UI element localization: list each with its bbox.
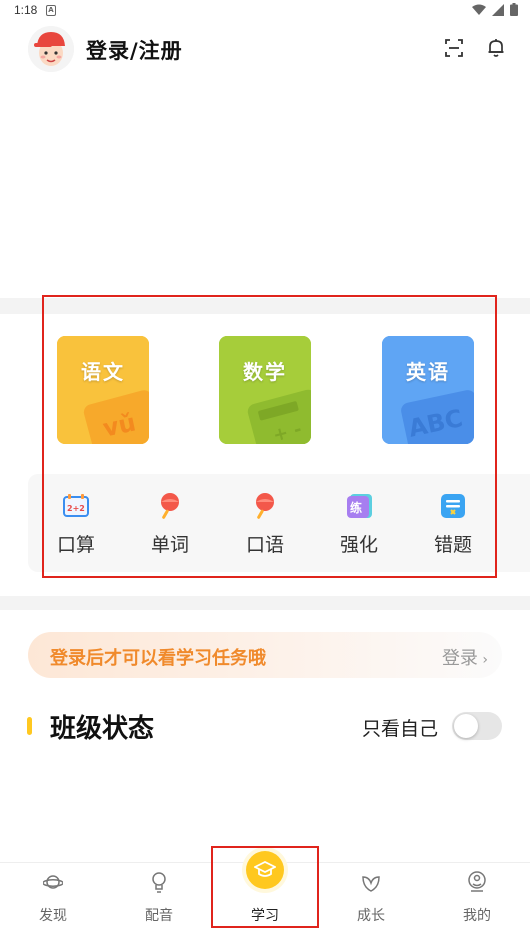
calculator-board-icon: 2+2 — [63, 494, 89, 517]
subject-card-math[interactable]: + - 数学 — [219, 336, 311, 444]
signal-icon — [492, 3, 504, 16]
only-me-toggle[interactable] — [452, 712, 502, 740]
wrong-questions-icon — [441, 494, 465, 518]
tool-label: 单词 — [150, 534, 189, 556]
battery-icon — [510, 3, 518, 16]
login-register-link[interactable]: 登录/注册 — [86, 35, 183, 65]
header: 登录/注册 — [0, 22, 530, 74]
status-bar: 1:18 A — [0, 0, 530, 22]
tab-label: 配音 — [145, 908, 173, 924]
login-notice[interactable]: 登录后才可以看学习任务哦 登录 › — [28, 632, 502, 678]
bell-icon — [488, 39, 504, 57]
tab-dubbing[interactable]: 配音 — [106, 863, 212, 942]
tool-label: 口算 — [56, 534, 95, 556]
wifi-icon — [472, 4, 486, 15]
bulb-icon — [152, 872, 166, 893]
tool-reinforce[interactable]: 练 强化 — [323, 474, 395, 572]
tab-growth[interactable]: 成长 — [318, 863, 424, 942]
svg-text:2+2: 2+2 — [67, 504, 85, 513]
tool-label: 口语 — [245, 534, 284, 556]
subject-label: 英语 — [406, 360, 450, 384]
subject-card-english[interactable]: ABC 英语 — [382, 336, 474, 444]
login-notice-action[interactable]: 登录 › — [442, 644, 488, 670]
svg-text:练: 练 — [350, 500, 362, 515]
bottom-tabbar: 发现 配音 学习 成长 我的 — [0, 851, 530, 942]
planet-icon — [43, 875, 63, 889]
tool-label: 强化 — [339, 534, 378, 556]
section-accent-bar — [27, 717, 32, 735]
graduation-cap-icon — [254, 861, 276, 877]
section-title: 班级状态 — [50, 714, 155, 744]
avatar[interactable] — [28, 26, 74, 72]
tab-discover[interactable]: 发现 — [0, 863, 106, 942]
tab-label: 成长 — [357, 908, 385, 924]
notification-button[interactable] — [484, 36, 508, 60]
subject-label: 语文 — [81, 360, 125, 384]
tab-label: 我的 — [463, 908, 491, 924]
status-time: 1:18 — [14, 3, 38, 17]
toggle-knob — [454, 714, 478, 738]
tool-label: 错题 — [433, 534, 472, 556]
leaf-icon — [362, 876, 380, 892]
notification-icon: A — [46, 5, 56, 16]
bamboo-dragonfly-icon — [256, 493, 274, 519]
subject-panel: vǔ 语文 + - 数学 ABC 英语 2+2 口算 单词 口语 练 强化 错题 — [0, 316, 530, 596]
tool-mental-math[interactable]: 2+2 口算 — [40, 474, 112, 572]
scan-icon — [445, 39, 463, 57]
chevron-right-icon: › — [477, 652, 488, 668]
status-icons — [472, 3, 518, 16]
tool-wrong-questions[interactable]: 错题 — [417, 474, 489, 572]
banner-area — [0, 80, 530, 298]
tool-words[interactable]: 单词 — [134, 474, 206, 572]
section-divider — [0, 596, 530, 610]
calculator-icon: + - — [219, 336, 311, 444]
tab-label: 发现 — [39, 908, 67, 924]
practice-icon: 练 — [347, 494, 372, 518]
avatar-icon — [28, 26, 74, 72]
only-me-label: 只看自己 — [362, 718, 439, 740]
tab-study[interactable]: 学习 — [212, 851, 318, 942]
user-icon — [468, 871, 486, 892]
tool-speaking[interactable]: 口语 — [229, 474, 301, 572]
tools-row: 2+2 口算 单词 口语 练 强化 错题 — [28, 474, 530, 572]
bamboo-dragonfly-icon — [161, 493, 179, 519]
class-status-section: 班级状态 只看自己 — [0, 700, 530, 750]
abc-book-icon: ABC — [382, 336, 474, 444]
tab-label: 学习 — [251, 908, 279, 924]
scan-button[interactable] — [442, 36, 466, 60]
section-divider — [0, 298, 530, 314]
study-tab-bubble — [246, 851, 284, 889]
subject-card-chinese[interactable]: vǔ 语文 — [57, 336, 149, 444]
chinese-book-icon: vǔ — [57, 336, 149, 444]
login-notice-message: 登录后才可以看学习任务哦 — [50, 648, 266, 669]
tab-mine[interactable]: 我的 — [424, 863, 530, 942]
subject-label: 数学 — [243, 360, 287, 384]
login-action-label: 登录 — [441, 648, 478, 669]
